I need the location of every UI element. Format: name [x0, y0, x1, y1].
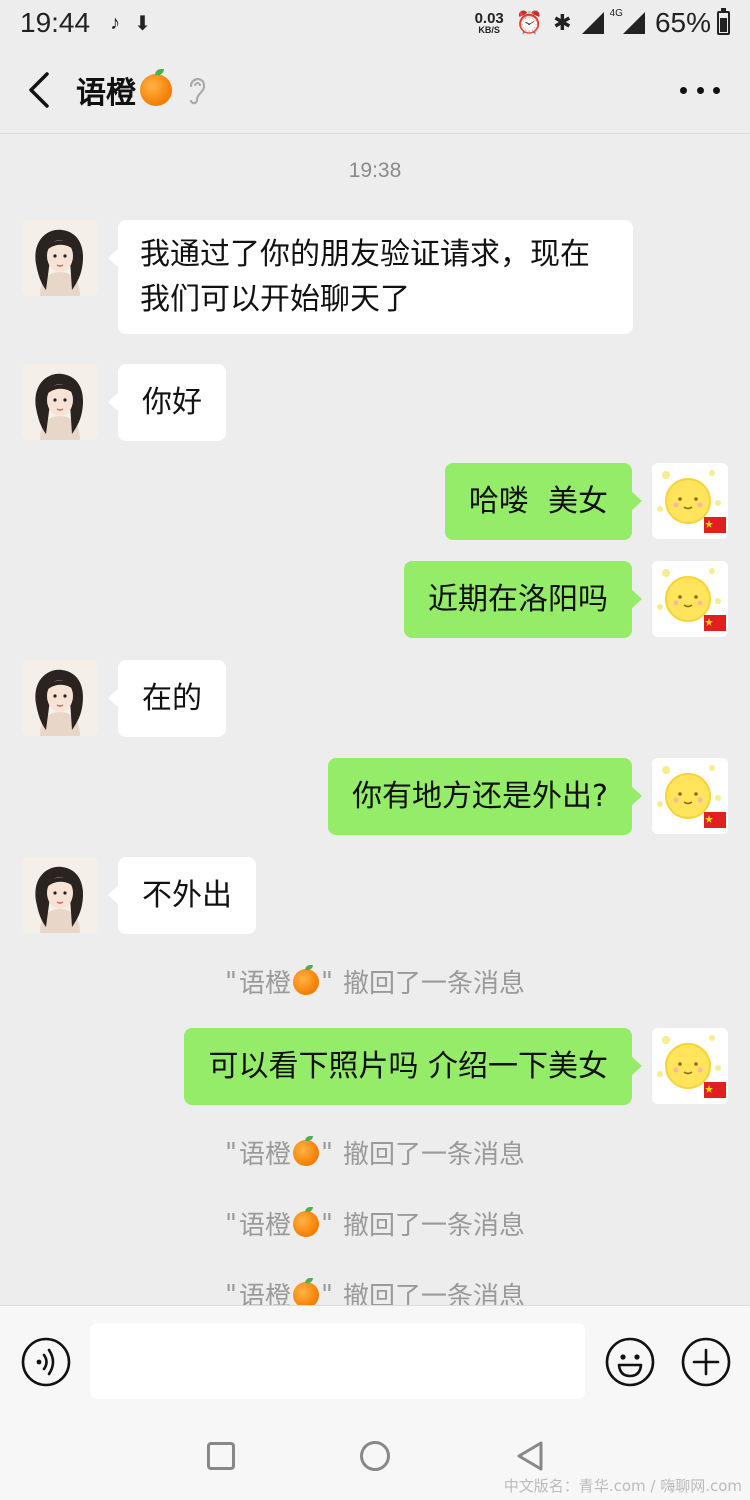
message-input[interactable]: [90, 1323, 585, 1399]
status-time: 19:44: [20, 7, 91, 38]
ear-icon: [189, 77, 206, 104]
recall-name: 语橙: [238, 1282, 291, 1305]
recall-notice: " 语橙 " 撤回了一条消息: [0, 963, 750, 1000]
orange-emoji-icon: [140, 68, 172, 106]
recent-apps-icon[interactable]: [207, 1442, 235, 1470]
message-text-line: 我通过了你的朋友验证请求，现在: [140, 237, 590, 272]
alarm-icon: ⏰: [515, 10, 544, 35]
back-icon[interactable]: [4, 46, 74, 134]
message-bubble[interactable]: 不外出: [108, 857, 256, 934]
recall-quote: ": [321, 1137, 333, 1168]
system-nav-bar: 中文版名：青华.com / 嗨聊网.com: [0, 1410, 750, 1500]
recall-quote: ": [321, 1208, 333, 1239]
chat-title: 语橙: [76, 75, 136, 111]
net-speed-value: 0.03: [474, 10, 504, 27]
cell-signal-icon: [622, 12, 645, 34]
orange-emoji-icon: [293, 964, 319, 995]
battery-icon: [717, 8, 730, 35]
recall-quote: ": [225, 1279, 237, 1306]
more-icon[interactable]: [680, 76, 720, 104]
message-list[interactable]: 19:38 我通过了你的朋友验证请求，现在 我们可以开始聊天了 你好 哈喽 美女…: [0, 135, 750, 1305]
message-bubble[interactable]: 在的: [108, 660, 226, 737]
recall-quote: ": [225, 1137, 237, 1168]
recall-name: 语橙: [238, 1140, 291, 1170]
download-icon: ⬇: [134, 12, 151, 35]
recall-notice: " 语橙 " 撤回了一条消息: [0, 1205, 750, 1242]
recall-quote: ": [321, 966, 333, 997]
recall-name: 语橙: [238, 1211, 291, 1241]
recall-text: 撤回了一条消息: [342, 1282, 525, 1305]
contact-avatar[interactable]: [22, 660, 98, 736]
battery-percent: 65%: [654, 7, 711, 38]
chat-header: 语橙: [0, 46, 750, 134]
my-avatar[interactable]: [652, 1028, 728, 1104]
contact-avatar[interactable]: [22, 220, 98, 296]
home-icon[interactable]: [360, 1441, 390, 1471]
orange-emoji-icon: [293, 1277, 319, 1305]
voice-icon[interactable]: [20, 1336, 72, 1388]
message-bubble[interactable]: 我通过了你的朋友验证请求，现在 我们可以开始聊天了: [108, 220, 633, 334]
status-bar: 19:44 ♪ ⬇ 0.03 KB/S ⏰ ✱ 4G 65%: [0, 0, 750, 46]
net-speed: 0.03 KB/S: [475, 11, 504, 35]
recall-quote: ": [321, 1279, 333, 1306]
recall-text: 撤回了一条消息: [342, 969, 525, 999]
nav-back-icon[interactable]: [515, 1440, 545, 1472]
network-type: 4G: [609, 8, 623, 19]
bluetooth-icon: ✱: [553, 10, 572, 35]
my-avatar[interactable]: [652, 561, 728, 637]
recall-quote: ": [225, 966, 237, 997]
recall-notice: " 语橙 " 撤回了一条消息: [0, 1276, 750, 1305]
recall-notice: " 语橙 " 撤回了一条消息: [0, 1134, 750, 1171]
recall-quote: ": [225, 1208, 237, 1239]
my-avatar[interactable]: [652, 758, 728, 834]
orange-emoji-icon: [293, 1135, 319, 1166]
net-speed-unit: KB/S: [478, 25, 500, 35]
chat-title-wrap[interactable]: 语橙: [74, 68, 208, 112]
watermark: 中文版名：青华.com / 嗨聊网.com: [503, 1477, 742, 1495]
message-bubble[interactable]: 近期在洛阳吗: [404, 561, 642, 638]
my-avatar[interactable]: [652, 463, 728, 539]
chat-timestamp: 19:38: [348, 159, 402, 182]
recall-text: 撤回了一条消息: [342, 1211, 525, 1241]
message-bubble[interactable]: 你好: [108, 364, 226, 441]
wifi-signal-icon: [581, 12, 604, 34]
input-bar: [0, 1305, 750, 1410]
contact-avatar[interactable]: [22, 364, 98, 440]
emoji-icon[interactable]: [604, 1336, 656, 1388]
message-bubble[interactable]: 你有地方还是外出?: [328, 758, 642, 835]
tiktok-icon: ♪: [110, 11, 121, 34]
orange-emoji-icon: [293, 1206, 319, 1237]
recall-text: 撤回了一条消息: [342, 1140, 525, 1170]
recall-name: 语橙: [238, 969, 291, 999]
contact-avatar[interactable]: [22, 857, 98, 933]
message-bubble[interactable]: 哈喽 美女: [444, 463, 643, 540]
message-bubble[interactable]: 可以看下照片吗 介绍一下美女: [184, 1028, 642, 1105]
message-text-line: 我们可以开始聊天了: [140, 282, 410, 317]
plus-icon[interactable]: [680, 1336, 732, 1388]
